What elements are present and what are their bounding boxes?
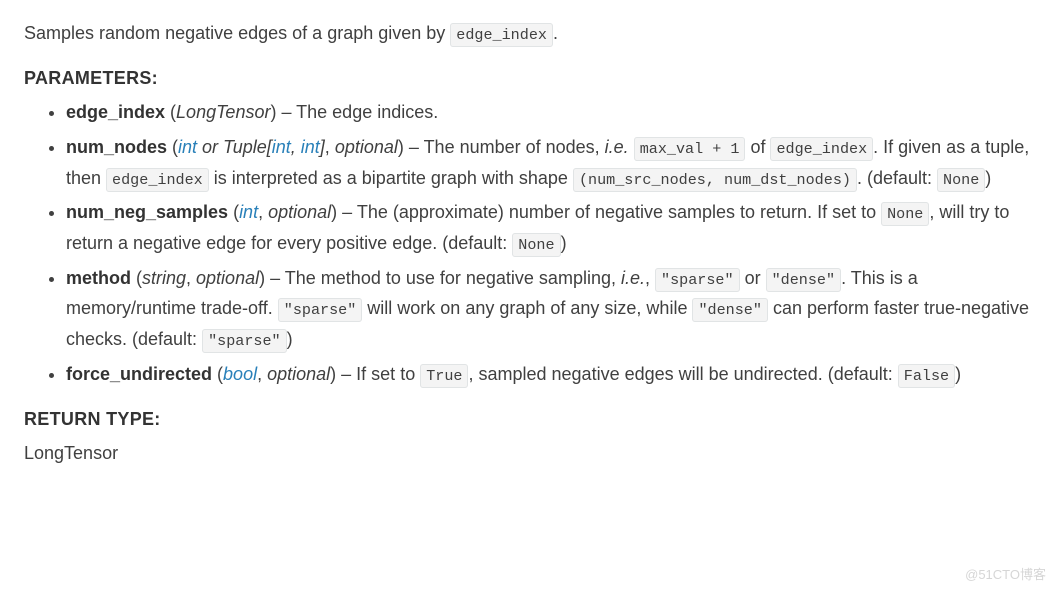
desc-bipartite: is interpreted as a bipartite graph with… [209, 168, 573, 188]
code-true: True [420, 364, 468, 388]
param-name: num_neg_samples [66, 202, 228, 222]
type-bool-link[interactable]: bool [223, 364, 257, 384]
param-name: method [66, 268, 131, 288]
param-method: method (string, optional) – The method t… [66, 263, 1032, 355]
comma: , [645, 268, 655, 288]
param-edge-index: edge_index (LongTensor) – The edge indic… [66, 97, 1032, 128]
summary-code: edge_index [450, 23, 553, 47]
return-type-heading: RETURN TYPE: [24, 404, 1032, 435]
code-sparse: "sparse" [278, 298, 363, 322]
code-dense: "dense" [766, 268, 841, 292]
param-type: LongTensor [176, 102, 270, 122]
param-name: force_undirected [66, 364, 212, 384]
optional-label: optional [268, 202, 331, 222]
desc-pre: The number of nodes, [424, 137, 605, 157]
or: or [740, 268, 766, 288]
optional-label: optional [196, 268, 259, 288]
type-string: string [142, 268, 186, 288]
desc-sparse: will work on any graph of any size, whil… [362, 298, 692, 318]
ie: i.e. [621, 268, 645, 288]
parameters-list: edge_index (LongTensor) – The edge indic… [24, 97, 1032, 389]
watermark: @51CTO博客 [965, 564, 1046, 586]
desc-of: of [745, 137, 770, 157]
code-none: None [512, 233, 560, 257]
param-name: edge_index [66, 102, 165, 122]
type-int-link[interactable]: int [239, 202, 258, 222]
param-num-neg-samples: num_neg_samples (int, optional) – The (a… [66, 197, 1032, 258]
code-sparse: "sparse" [655, 268, 740, 292]
desc-post: ) [561, 233, 567, 253]
desc-pre: The (approximate) number of negative sam… [357, 202, 881, 222]
code-edgeindex: edge_index [106, 168, 209, 192]
code-dense: "dense" [692, 298, 767, 322]
type-comma: , [291, 137, 301, 157]
code-none: None [937, 168, 985, 192]
summary: Samples random negative edges of a graph… [24, 18, 1032, 49]
parameters-heading: PARAMETERS: [24, 63, 1032, 94]
optional-label: optional [335, 137, 398, 157]
desc-default-pre: . (default: [857, 168, 937, 188]
code-default: "sparse" [202, 329, 287, 353]
code-maxval: max_val + 1 [634, 137, 746, 161]
param-force-undirected: force_undirected (bool, optional) – If s… [66, 359, 1032, 390]
desc-default-post: ) [985, 168, 991, 188]
param-num-nodes: num_nodes (int or Tuple[int, int], optio… [66, 132, 1032, 193]
return-type-value: LongTensor [24, 438, 1032, 469]
code-false: False [898, 364, 955, 388]
type-int-link[interactable]: int [272, 137, 291, 157]
code-none: None [881, 202, 929, 226]
code-edgeindex: edge_index [770, 137, 873, 161]
desc-pre: If set to [356, 364, 420, 384]
param-name: num_nodes [66, 137, 167, 157]
desc-post: ) [287, 329, 293, 349]
desc-mid: , sampled negative edges will be undirec… [468, 364, 897, 384]
type-int-link[interactable]: int [178, 137, 197, 157]
type-or: or Tuple[ [197, 137, 272, 157]
summary-suffix: . [553, 23, 558, 43]
summary-prefix: Samples random negative edges of a graph… [24, 23, 450, 43]
desc-pre: The method to use for negative sampling, [285, 268, 621, 288]
code-shape: (num_src_nodes, num_dst_nodes) [573, 168, 857, 192]
ie: i.e. [605, 137, 629, 157]
param-desc: The edge indices. [296, 102, 438, 122]
desc-post: ) [955, 364, 961, 384]
optional-label: optional [267, 364, 330, 384]
type-int-link[interactable]: int [301, 137, 320, 157]
